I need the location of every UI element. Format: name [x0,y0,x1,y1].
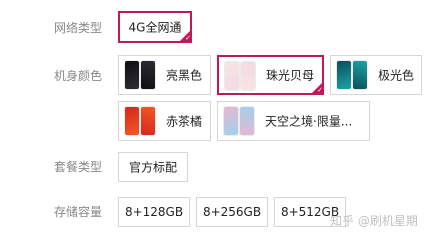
body-color-label: 机身颜色 [54,69,103,83]
color-option-aurora[interactable]: 极光色 [330,55,422,95]
color-option-label: 赤茶橘 [166,114,203,129]
network-option-4g[interactable]: 4G全网通 [118,11,192,43]
color-option-label: 天空之境·限量... [265,114,353,129]
color-swatch-orange [122,105,158,137]
storage-option-label: 8+256GB [202,205,262,219]
phone-front-image [141,61,155,89]
phone-back-image [224,107,238,135]
package-option-standard[interactable]: 官方标配 [118,152,188,182]
phone-back-image [225,62,239,90]
color-option-sky-limited[interactable]: 天空之境·限量... [217,101,370,141]
color-option-label: 珠光贝母 [266,68,315,83]
package-option-label: 官方标配 [128,160,177,175]
phone-back-image [337,61,351,89]
color-option-orange[interactable]: 赤茶橘 [118,101,211,141]
color-swatch-sky [221,105,257,137]
color-option-pearl[interactable]: 珠光贝母 [217,55,324,95]
color-option-black[interactable]: 亮黑色 [118,55,211,95]
phone-front-image [141,107,155,135]
selected-check-icon [312,83,322,93]
phone-back-image [125,61,139,89]
phone-front-image [241,62,255,90]
phone-back-image [125,107,139,135]
color-swatch-black [122,59,158,91]
storage-option-256[interactable]: 8+256GB [196,197,268,227]
network-type-label: 网络类型 [54,21,103,35]
watermark: 知乎 @刷机星期 [330,214,418,228]
phone-front-image [353,61,367,89]
color-option-label: 亮黑色 [166,68,203,83]
storage-option-label: 8+128GB [124,205,184,219]
color-swatch-pearl [222,60,258,92]
package-type-label: 套餐类型 [54,160,103,174]
color-swatch-aurora [334,59,370,91]
storage-capacity-label: 存储容量 [54,205,103,219]
phone-front-image [240,107,254,135]
selected-check-icon [180,31,190,41]
color-option-label: 极光色 [378,68,415,83]
storage-option-128[interactable]: 8+128GB [118,197,190,227]
